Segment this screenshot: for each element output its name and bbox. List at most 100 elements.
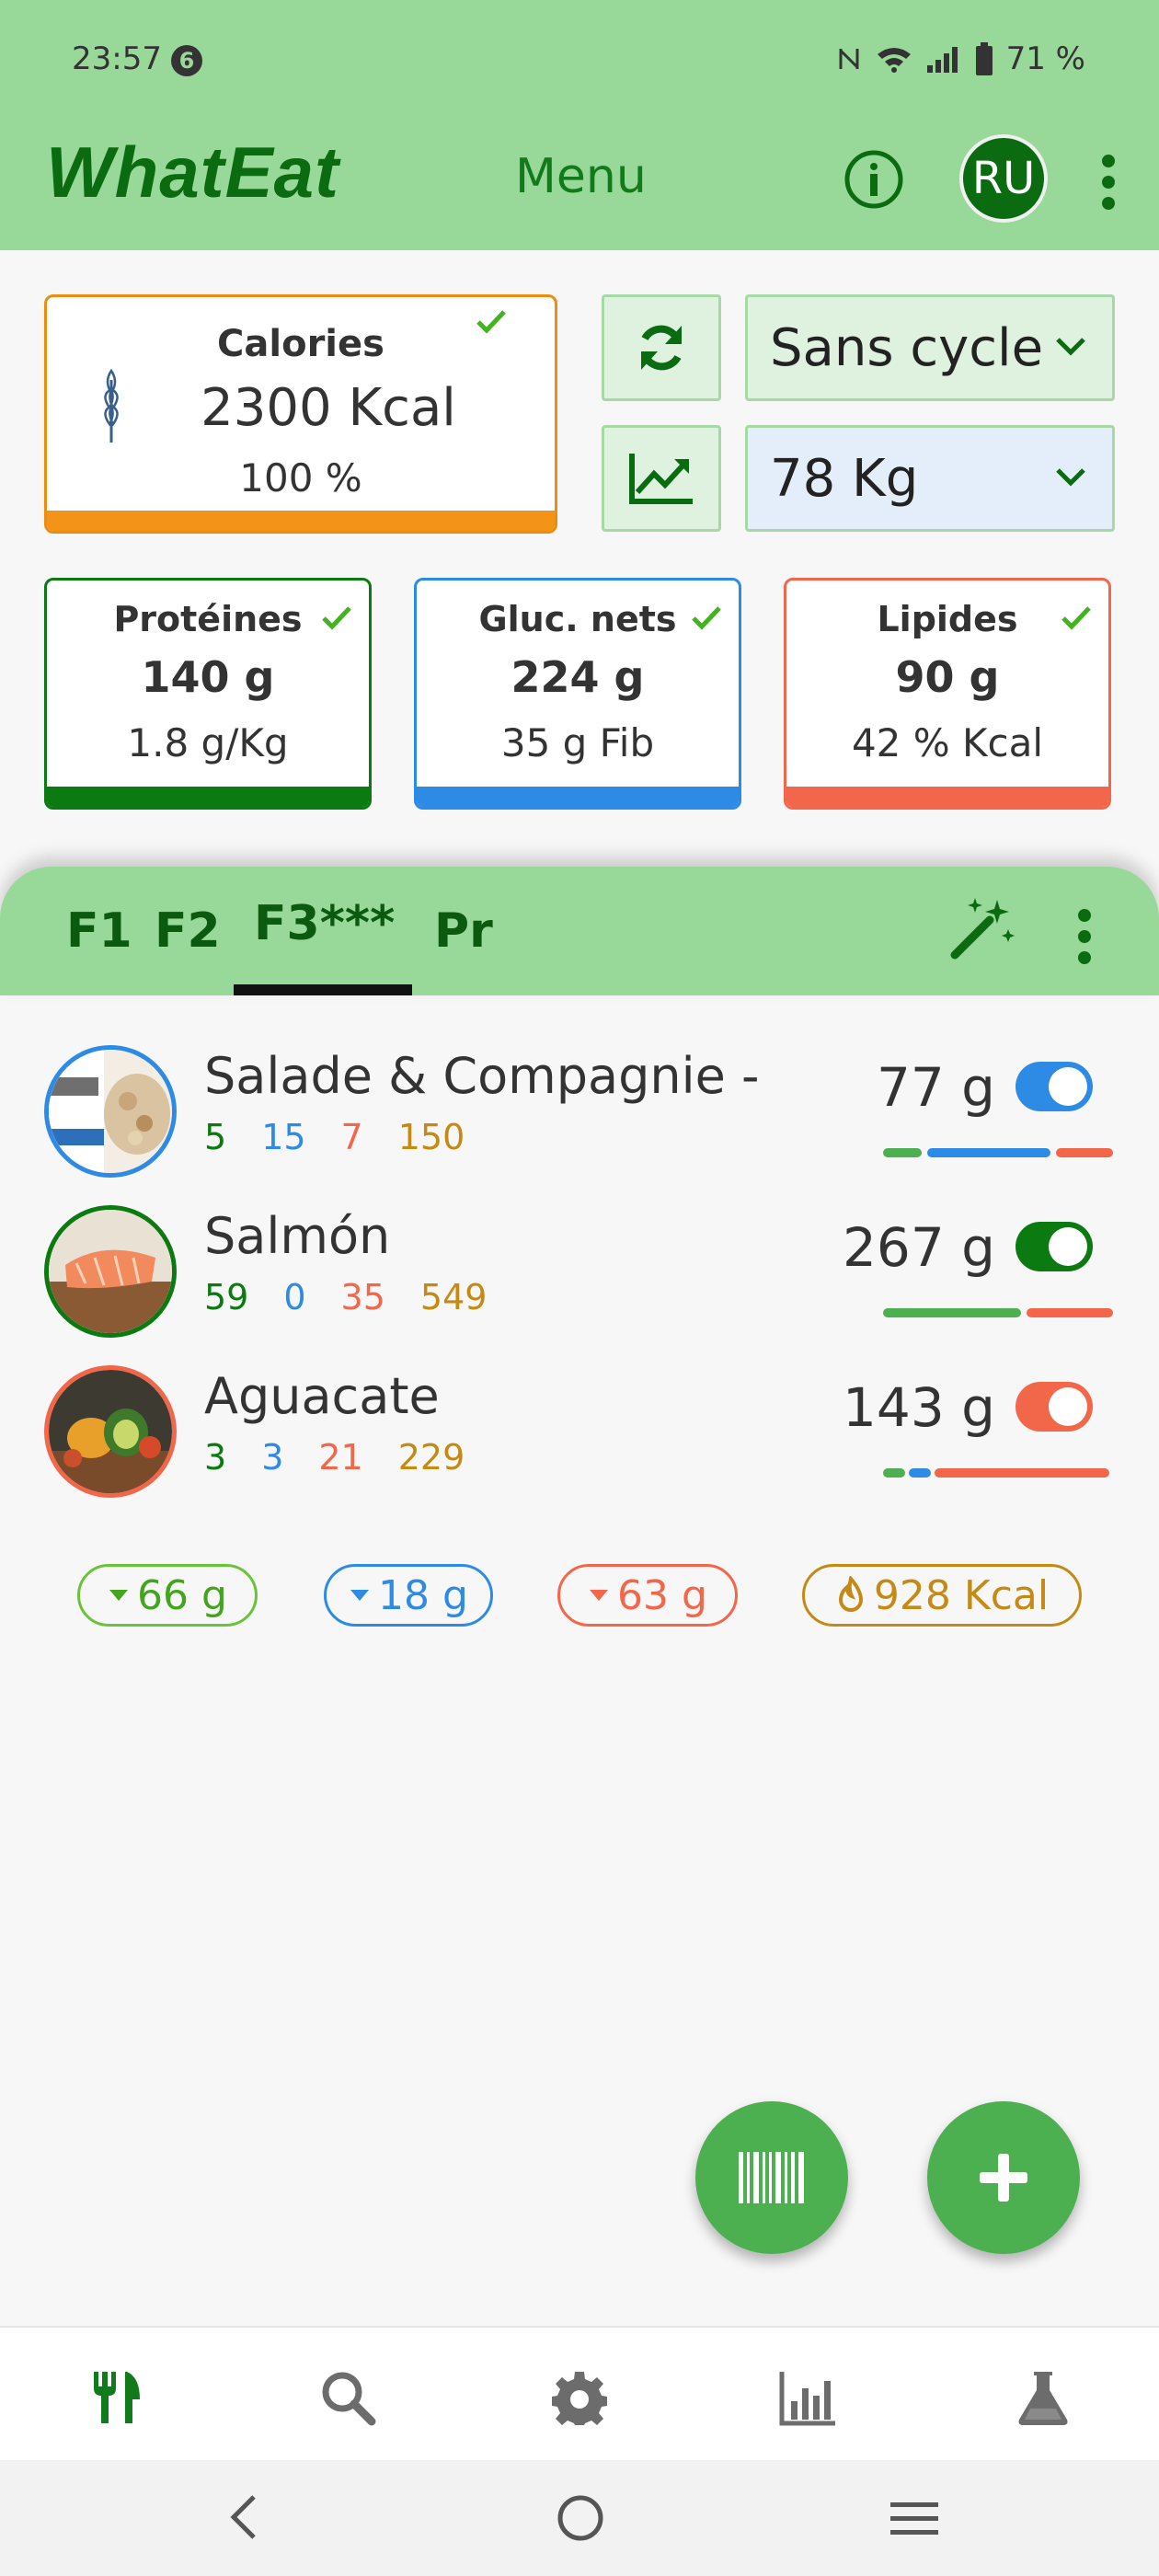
check-icon (1061, 606, 1091, 630)
tab-pr[interactable]: Pr (434, 903, 493, 959)
recent-apps-icon[interactable] (889, 2501, 940, 2537)
calories-progress-bar (47, 511, 555, 531)
refresh-button[interactable] (602, 294, 721, 401)
nfc-icon (839, 49, 859, 69)
flame-icon (838, 1576, 863, 1612)
food-toggle[interactable] (1016, 1222, 1093, 1271)
weight-select-value: 78 Kg (770, 448, 919, 509)
remaining-fat-chip: 63 g (557, 1564, 738, 1627)
user-avatar[interactable]: RU (959, 134, 1048, 223)
protein-mini-bar (883, 1308, 1021, 1317)
flask-icon[interactable] (1014, 2368, 1073, 2427)
bottom-navigation (0, 2326, 1159, 2460)
salad-package-image (49, 1050, 172, 1173)
food-row[interactable]: Salmón 59 0 35 549 267 g (0, 1198, 1159, 1345)
caret-down-icon (109, 1590, 129, 1601)
food-toggle[interactable] (1016, 1062, 1093, 1111)
chevron-down-icon (1056, 468, 1085, 487)
food-name: Aguacate (204, 1367, 440, 1425)
food-fat: 35 (340, 1277, 385, 1317)
food-name: Salade & Compagnie - (204, 1047, 760, 1105)
notification-count-badge: 6 (171, 45, 202, 76)
signal-icon (926, 47, 958, 73)
plus-icon (980, 2154, 1027, 2202)
wifi-icon (877, 48, 911, 73)
tab-f3[interactable]: F3*** (254, 896, 395, 951)
macro-grams: 224 g (511, 652, 645, 702)
food-toggle[interactable] (1016, 1382, 1093, 1432)
chevron-down-icon (1056, 338, 1085, 356)
protein-card[interactable]: Protéines 140 g 1.8 g/Kg (44, 578, 372, 810)
tab-f1[interactable]: F1 (66, 903, 132, 959)
calories-card[interactable]: Calories 2300 Kcal 100 % (44, 294, 557, 534)
carbs-progress-bar (417, 787, 739, 807)
macro-grams: 140 g (141, 652, 275, 702)
macro-sub: 35 g Fib (500, 720, 655, 765)
menu-link[interactable]: Menu (515, 149, 647, 204)
carbs-card[interactable]: Gluc. nets 224 g 35 g Fib (414, 578, 741, 810)
weight-select[interactable]: 78 Kg (745, 425, 1115, 532)
food-fat: 21 (318, 1437, 363, 1478)
add-food-button[interactable] (927, 2101, 1080, 2254)
food-quantity[interactable]: 77 g (877, 1056, 995, 1119)
salmon-image (49, 1210, 172, 1333)
food-kcal: 549 (419, 1277, 488, 1317)
macro-grams: 90 g (895, 652, 1000, 702)
food-macros: 59 0 35 549 (204, 1277, 522, 1317)
food-row[interactable]: Aguacate 3 3 21 229 143 g (0, 1358, 1159, 1505)
app-title: WhatEat (46, 132, 339, 213)
bar-chart-icon[interactable] (778, 2368, 837, 2427)
caret-down-icon (350, 1590, 370, 1601)
calories-value: 2300 Kcal (201, 378, 456, 438)
overflow-menu-icon[interactable] (1102, 155, 1117, 218)
status-icons: 71 % (835, 40, 1085, 77)
utensils-icon[interactable] (86, 2368, 145, 2427)
food-carbs: 3 (261, 1437, 284, 1478)
cycle-select[interactable]: Sans cycle (745, 294, 1115, 401)
fat-card[interactable]: Lipides 90 g 42 % Kcal (784, 578, 1111, 810)
macro-sub: 42 % Kcal (851, 720, 1044, 765)
barcode-scan-button[interactable] (695, 2101, 848, 2254)
food-kcal: 150 (397, 1117, 465, 1157)
food-quantity[interactable]: 267 g (843, 1216, 995, 1279)
active-tab-indicator (234, 984, 412, 995)
carbs-mini-bar (909, 1468, 931, 1478)
home-icon[interactable] (556, 2493, 605, 2543)
remaining-carbs: 18 g (378, 1571, 468, 1619)
food-protein: 5 (204, 1117, 227, 1157)
magic-wand-icon[interactable] (947, 892, 1017, 962)
food-quantity[interactable]: 143 g (843, 1376, 995, 1439)
food-name: Salmón (204, 1207, 391, 1265)
food-image (44, 1205, 177, 1338)
fat-progress-bar (786, 787, 1108, 807)
food-row[interactable]: Salade & Compagnie - 5 15 7 150 77 g (0, 1038, 1159, 1185)
protein-progress-bar (47, 787, 369, 807)
remaining-kcal: 928 Kcal (873, 1571, 1050, 1619)
meal-overflow-menu-icon[interactable] (1078, 909, 1093, 972)
avocado-image (49, 1370, 172, 1493)
carbs-mini-bar (927, 1148, 1050, 1157)
info-icon[interactable] (843, 149, 904, 210)
app-header: 23:57 6 71 % WhatEat Menu RU (0, 0, 1159, 250)
check-icon (692, 606, 721, 630)
caret-down-icon (590, 1590, 609, 1601)
food-carbs: 0 (283, 1277, 306, 1317)
remaining-fat: 63 g (617, 1571, 707, 1619)
food-fat: 7 (340, 1117, 363, 1157)
food-macros: 5 15 7 150 (204, 1117, 499, 1157)
food-kcal: 229 (397, 1437, 465, 1478)
gear-icon[interactable] (550, 2368, 609, 2427)
back-icon[interactable] (226, 2493, 258, 2541)
system-navigation-bar (0, 2460, 1159, 2576)
status-time: 23:57 (72, 40, 162, 77)
protein-mini-bar (883, 1148, 922, 1157)
search-icon[interactable] (318, 2368, 377, 2427)
meal-tab-bar: F1 F2 F3*** Pr (0, 867, 1159, 995)
remaining-protein-chip: 66 g (77, 1564, 258, 1627)
protein-mini-bar (883, 1468, 905, 1478)
weight-chart-button[interactable] (602, 425, 721, 532)
fat-mini-bar (1056, 1148, 1113, 1157)
trend-chart-icon (629, 454, 693, 504)
macro-sub: 1.8 g/Kg (127, 720, 289, 765)
tab-f2[interactable]: F2 (155, 903, 221, 959)
